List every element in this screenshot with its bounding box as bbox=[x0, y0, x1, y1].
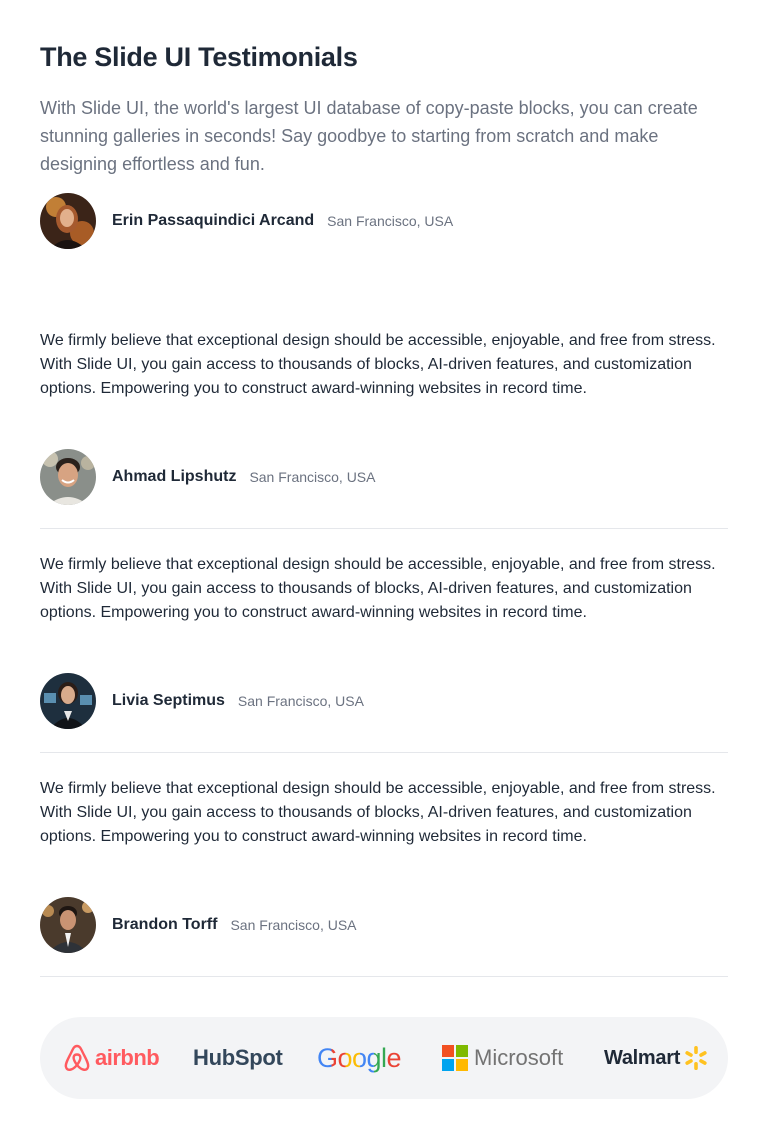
author-name: Livia Septimus bbox=[112, 692, 225, 709]
google-logo: Google bbox=[317, 1017, 402, 1099]
featured-author: Erin Passaquindici Arcand San Francisco,… bbox=[40, 193, 453, 249]
author-location: San Francisco, USA bbox=[249, 469, 376, 485]
author-location: San Francisco, USA bbox=[327, 213, 454, 229]
testimonial-quote: We firmly believe that exceptional desig… bbox=[40, 780, 716, 845]
avatar bbox=[40, 673, 96, 729]
airbnb-logo: airbnb bbox=[63, 1017, 160, 1099]
page-title: The Slide UI Testimonials bbox=[40, 42, 358, 72]
testimonial-author: Livia Septimus San Francisco, USA bbox=[40, 673, 364, 729]
testimonial-author: Ahmad Lipshutz San Francisco, USA bbox=[40, 449, 376, 505]
microsoft-windows-icon bbox=[442, 1045, 468, 1071]
testimonial-quote: We firmly believe that exceptional desig… bbox=[40, 332, 716, 397]
walmart-logo: Walmart bbox=[604, 1017, 709, 1099]
hubspot-logo: HubSpot bbox=[193, 1017, 283, 1099]
author-name: Brandon Torff bbox=[112, 916, 218, 933]
company-logos: airbnb HubSpot Google Microsoft Walmart bbox=[40, 1017, 728, 1099]
author-name: Ahmad Lipshutz bbox=[112, 468, 237, 485]
walmart-wordmark: Walmart bbox=[604, 1046, 681, 1069]
divider bbox=[40, 528, 728, 529]
testimonial-author: Brandon Torff San Francisco, USA bbox=[40, 897, 357, 953]
page-intro: With Slide UI, the world's largest UI da… bbox=[40, 98, 698, 174]
google-wordmark-text: Google bbox=[317, 1042, 402, 1073]
author-location: San Francisco, USA bbox=[237, 693, 364, 709]
testimonial-quote: We firmly believe that exceptional desig… bbox=[40, 556, 716, 621]
microsoft-logo: Microsoft bbox=[442, 1017, 563, 1099]
airbnb-icon bbox=[64, 1044, 90, 1071]
avatar bbox=[40, 897, 96, 953]
google-wordmark: Google bbox=[317, 1042, 402, 1074]
avatar bbox=[40, 449, 96, 505]
airbnb-wordmark: airbnb bbox=[95, 1045, 160, 1070]
author-location: San Francisco, USA bbox=[230, 917, 357, 933]
divider bbox=[40, 976, 728, 977]
walmart-spark-icon bbox=[685, 1046, 707, 1070]
microsoft-wordmark: Microsoft bbox=[474, 1045, 564, 1070]
avatar bbox=[40, 193, 96, 249]
author-name: Erin Passaquindici Arcand bbox=[112, 212, 315, 229]
divider bbox=[40, 752, 728, 753]
